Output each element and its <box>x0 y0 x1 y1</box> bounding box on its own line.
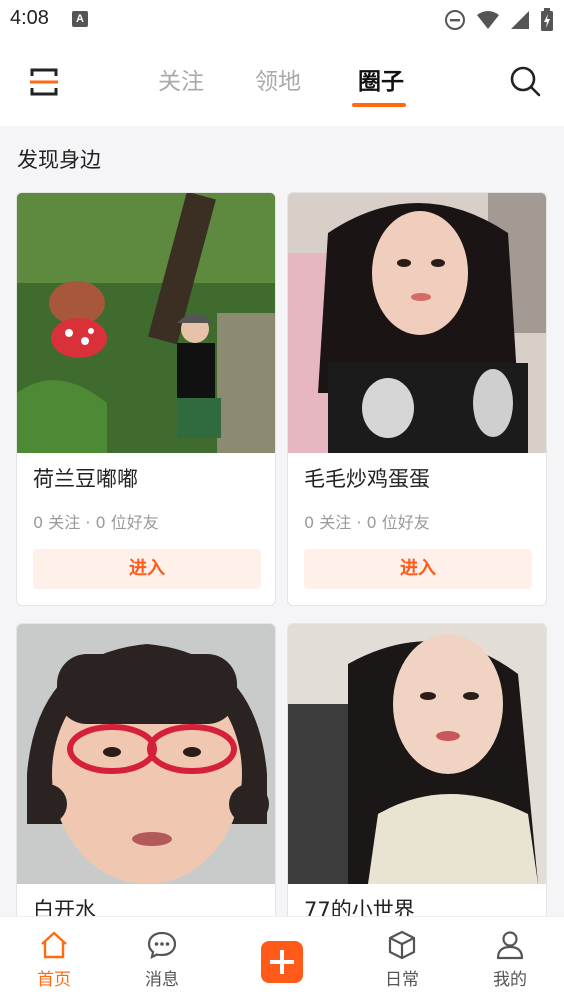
tab-follow[interactable]: 关注 <box>158 62 204 102</box>
circle-card[interactable]: 毛毛炒鸡蛋蛋 0 关注 · 0 位好友 进入 <box>287 192 547 606</box>
search-icon <box>510 66 541 97</box>
card-name: 77的小世界 <box>304 898 415 916</box>
chat-icon <box>147 931 177 959</box>
nav-home[interactable]: 首页 <box>14 929 94 990</box>
dnd-icon <box>445 10 465 30</box>
search-button[interactable] <box>508 64 542 98</box>
nav-label: 消息 <box>145 970 179 990</box>
circle-card[interactable]: 77的小世界 <box>287 623 547 916</box>
top-nav: 关注 领地 圈子 <box>0 40 564 126</box>
card-name: 白开水 <box>33 898 96 916</box>
card-photo <box>17 624 275 884</box>
tab-circle[interactable]: 圈子 <box>358 62 404 102</box>
person-icon <box>496 931 524 960</box>
wifi-icon <box>477 11 499 29</box>
card-photo <box>17 193 275 453</box>
circle-card[interactable]: 白开水 <box>16 623 276 916</box>
card-name: 毛毛炒鸡蛋蛋 <box>304 467 430 491</box>
active-tab-underline <box>352 103 406 107</box>
nav-label: 首页 <box>37 970 71 990</box>
enter-button[interactable]: 进入 <box>304 549 532 589</box>
nav-daily[interactable]: 日常 <box>362 929 442 990</box>
status-icons <box>444 8 554 32</box>
status-time: 4:08 <box>10 7 49 29</box>
card-name: 荷兰豆嘟嘟 <box>33 467 138 491</box>
create-button[interactable] <box>261 941 303 983</box>
card-meta: 0 关注 · 0 位好友 <box>33 513 159 532</box>
content-area: 发现身边 荷兰豆嘟嘟 0 关注 · 0 位好友 进入 毛毛炒鸡蛋蛋 0 关注 ·… <box>0 126 564 916</box>
signal-icon <box>511 11 529 29</box>
card-meta: 0 关注 · 0 位好友 <box>304 513 430 532</box>
card-photo <box>288 624 546 884</box>
home-icon <box>41 931 67 959</box>
plus-icon <box>270 950 294 974</box>
box-icon <box>388 930 416 960</box>
enter-button[interactable]: 进入 <box>33 549 261 589</box>
top-tabs: 关注 领地 圈子 <box>140 62 440 112</box>
section-title: 发现身边 <box>17 148 101 172</box>
nav-profile[interactable]: 我的 <box>470 929 550 990</box>
battery-icon <box>541 8 553 31</box>
card-photo <box>288 193 546 453</box>
nav-label: 日常 <box>385 970 419 990</box>
tab-territory[interactable]: 领地 <box>255 62 301 102</box>
notification-a-icon: A <box>72 11 88 27</box>
status-bar: 4:08 A <box>0 0 564 40</box>
circle-card[interactable]: 荷兰豆嘟嘟 0 关注 · 0 位好友 进入 <box>16 192 276 606</box>
scan-icon <box>30 68 58 96</box>
nav-label: 我的 <box>493 970 527 990</box>
nav-messages[interactable]: 消息 <box>122 929 202 990</box>
scan-button[interactable] <box>24 62 64 102</box>
bottom-nav: 首页 消息 日常 我的 <box>0 916 564 1004</box>
